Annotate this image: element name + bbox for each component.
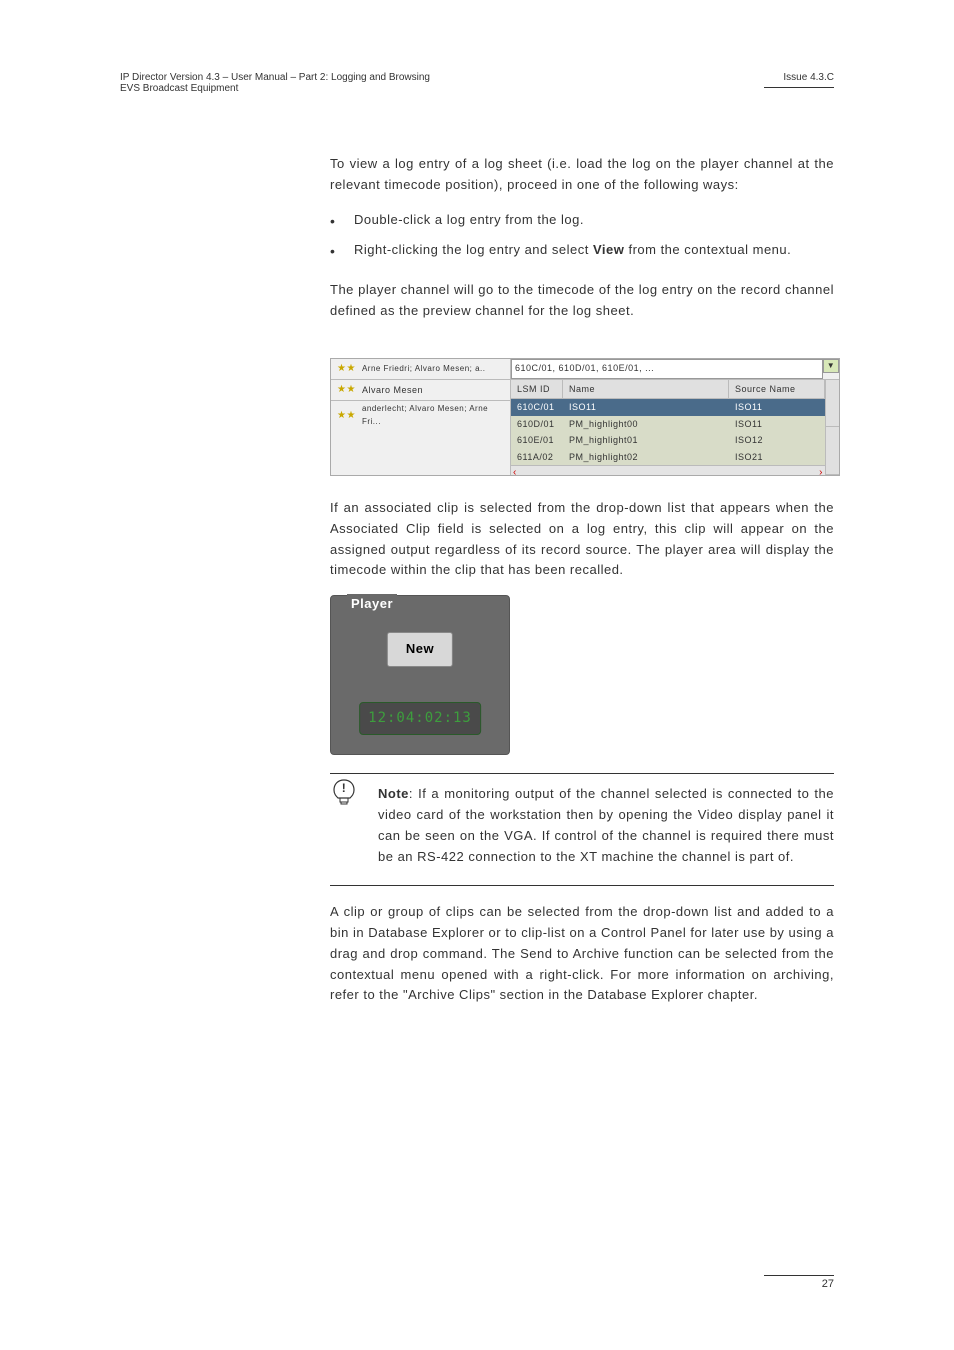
bullet-2: Right-clicking the log entry and select … [354, 240, 834, 262]
paragraph-intro: To view a log entry of a log sheet (i.e.… [330, 154, 834, 196]
player-panel: Player New 12:04:02:13 [330, 595, 510, 755]
col-source: Source Name [729, 380, 825, 398]
col-lsm: LSM ID [511, 380, 563, 398]
paragraph-archive: A clip or group of clips can be selected… [330, 902, 834, 1006]
table-left-row: Arne Friedri; Alvaro Mesen; a.. [362, 363, 486, 376]
player-timecode: 12:04:02:13 [359, 702, 481, 734]
view-label: View [593, 242, 624, 257]
player-title: Player [347, 594, 397, 615]
clip-dropdown-input[interactable]: 610C/01, 610D/01, 610E/01, ... [511, 359, 823, 379]
page-header: IP Director Version 4.3 – User Manual – … [120, 72, 834, 94]
table-left-row: Alvaro Mesen [362, 383, 423, 397]
svg-text:!: ! [342, 781, 347, 795]
associated-clip-table: ★★ Arne Friedri; Alvaro Mesen; a.. 610C/… [330, 358, 840, 476]
bullet-1: Double-click a log entry from the log. [354, 210, 834, 232]
bullet-dot: • [330, 240, 354, 262]
dropdown-arrow-icon[interactable]: ▼ [823, 359, 839, 373]
bullet-dot: • [330, 210, 354, 232]
bullet-list: • Double-click a log entry from the log.… [330, 210, 834, 263]
paragraph-associated-clip: If an associated clip is selected from t… [330, 498, 834, 581]
page-footer: 27 [764, 1275, 834, 1290]
star-icon: ★★ [337, 408, 356, 424]
header-title: IP Director Version 4.3 – User Manual – … [120, 72, 430, 83]
bullet-2-pre: Right-clicking the log entry and select [354, 242, 593, 257]
table-row[interactable]: 610C/01 ISO11 ISO11 [511, 399, 825, 415]
scroll-right-icon[interactable]: › [819, 465, 823, 481]
horizontal-scrollbar[interactable]: ‹ › [511, 465, 825, 475]
note-text: If a monitoring output of the channel se… [378, 786, 834, 863]
star-icon: ★★ [337, 361, 356, 377]
note-icon: ! [330, 778, 370, 815]
col-name: Name [563, 380, 729, 398]
table-row[interactable]: 610D/01 PM_highlight00 ISO11 [511, 416, 825, 432]
table-row[interactable]: 610E/01 PM_highlight01 ISO12 [511, 432, 825, 448]
star-icon: ★★ [337, 382, 356, 398]
scroll-left-icon[interactable]: ‹ [513, 465, 517, 481]
bullet-2-post: from the contextual menu. [624, 242, 791, 257]
header-issue: Issue 4.3.C [764, 72, 834, 83]
main-content: To view a log entry of a log sheet (i.e.… [330, 154, 834, 1006]
table-row[interactable]: 611A/02 PM_highlight02 ISO21 [511, 449, 825, 465]
paragraph-player: The player channel will go to the timeco… [330, 280, 834, 322]
note-label: Note [378, 786, 409, 801]
new-button[interactable]: New [387, 632, 453, 667]
vertical-scrollbar[interactable] [825, 380, 839, 475]
table-left-row: anderlecht; Alvaro Mesen; Arne Fri... [362, 403, 505, 429]
header-subtitle: EVS Broadcast Equipment [120, 83, 430, 94]
page-number: 27 [764, 1278, 834, 1290]
note-block: ! Note: If a monitoring output of the ch… [330, 784, 834, 867]
